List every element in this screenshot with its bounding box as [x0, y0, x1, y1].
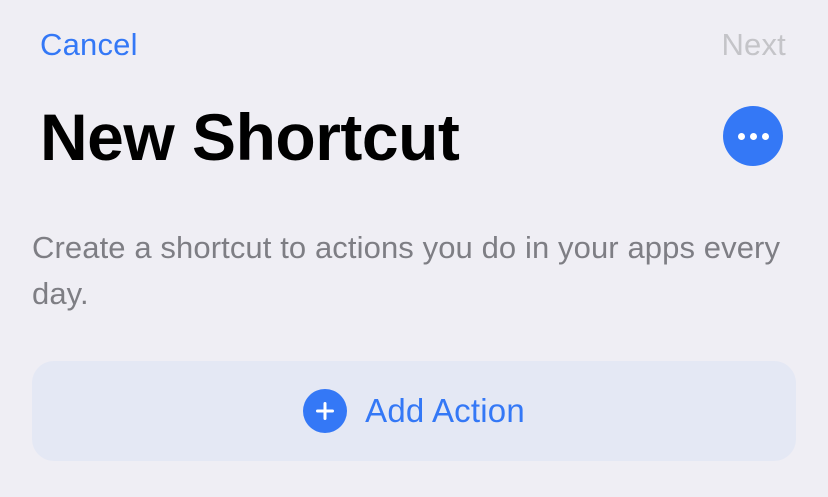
- shortcut-description: Create a shortcut to actions you do in y…: [32, 230, 781, 311]
- next-button[interactable]: Next: [721, 26, 786, 64]
- cancel-button[interactable]: Cancel: [40, 26, 138, 64]
- add-action-button[interactable]: Add Action: [32, 361, 796, 461]
- ellipsis-icon-dot: [749, 132, 757, 140]
- ellipsis-icon: [737, 132, 745, 140]
- more-options-button[interactable]: [723, 106, 783, 166]
- ellipsis-icon-dot: [761, 132, 769, 140]
- plus-icon: [303, 389, 348, 433]
- page-title: New Shortcut: [40, 100, 460, 174]
- add-action-label: Add Action: [365, 392, 525, 429]
